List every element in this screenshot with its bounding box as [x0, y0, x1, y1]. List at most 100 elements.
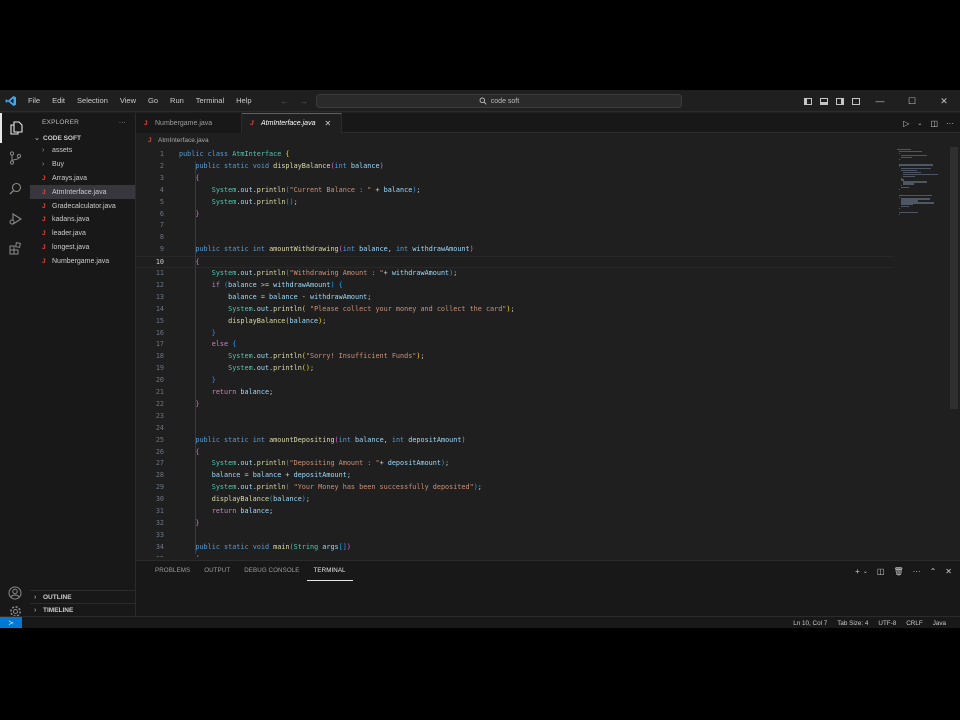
- code-line[interactable]: 31 return balance;: [136, 506, 894, 518]
- code-line[interactable]: 16 }: [136, 328, 894, 340]
- code-line[interactable]: 10 {: [136, 256, 894, 268]
- split-editor-icon[interactable]: ◫: [930, 119, 938, 128]
- tree-item[interactable]: › Buy: [30, 158, 135, 172]
- code-line[interactable]: 9 public static int amountWithdrawing(in…: [136, 244, 894, 256]
- tree-item[interactable]: › assets: [30, 144, 135, 158]
- menu-item-help[interactable]: Help: [230, 90, 257, 112]
- forward-arrow-icon[interactable]: →: [299, 96, 308, 106]
- code-line[interactable]: 6 }: [136, 209, 894, 221]
- more-actions-icon[interactable]: ···: [119, 119, 126, 126]
- breadcrumb[interactable]: J AtmInterface.java: [136, 134, 209, 146]
- code-editor[interactable]: 1 public class AtmInterface {2 public sta…: [136, 147, 894, 557]
- command-center-search[interactable]: code soft: [316, 94, 682, 108]
- tree-item[interactable]: J AtmInterface.java: [30, 185, 135, 200]
- eol[interactable]: CRLF: [906, 620, 922, 627]
- explorer-icon[interactable]: [0, 113, 30, 143]
- panel-tab-debug-console[interactable]: DEBUG CONSOLE: [237, 561, 306, 581]
- panel-tab-problems[interactable]: PROBLEMS: [148, 561, 197, 581]
- outline-section[interactable]: › OUTLINE: [30, 590, 136, 603]
- toggle-panel-icon[interactable]: [816, 90, 832, 112]
- more-actions-icon[interactable]: ···: [946, 119, 954, 128]
- close-tab-icon[interactable]: ✕: [324, 119, 331, 128]
- maximize-panel-icon[interactable]: ⌃: [930, 567, 937, 576]
- code-line[interactable]: 24: [136, 423, 894, 435]
- code-line[interactable]: 23: [136, 411, 894, 423]
- timeline-section[interactable]: › TIMELINE: [30, 603, 136, 616]
- menu-item-go[interactable]: Go: [142, 90, 164, 112]
- code-line[interactable]: 22 }: [136, 399, 894, 411]
- tree-item[interactable]: Jleader.java: [30, 227, 135, 241]
- toggle-primary-sidebar-icon[interactable]: [800, 90, 816, 112]
- split-terminal-icon[interactable]: ◫: [877, 567, 885, 576]
- menu-item-file[interactable]: File: [22, 90, 46, 112]
- code-line[interactable]: 17 else {: [136, 339, 894, 351]
- toggle-secondary-sidebar-icon[interactable]: [832, 90, 848, 112]
- more-actions-icon[interactable]: ···: [913, 567, 921, 576]
- run-dropdown-icon[interactable]: ⌄: [917, 120, 922, 127]
- code-line[interactable]: 15 displayBalance(balance);: [136, 316, 894, 328]
- editor-scrollbar[interactable]: [950, 147, 958, 409]
- new-terminal-icon[interactable]: +: [855, 567, 860, 576]
- code-line[interactable]: 12 if (balance >= withdrawAmount) {: [136, 280, 894, 292]
- menu-item-run[interactable]: Run: [164, 90, 190, 112]
- customize-layout-icon[interactable]: [848, 90, 864, 112]
- tree-item[interactable]: J Arrays.java: [30, 172, 135, 186]
- code-line[interactable]: 14 System.out.println( "Please collect y…: [136, 304, 894, 316]
- accounts-icon[interactable]: [0, 578, 30, 608]
- code-line[interactable]: 33: [136, 530, 894, 542]
- code-line[interactable]: 11 System.out.println("Withdrawing Amoun…: [136, 268, 894, 280]
- code-line[interactable]: 26 {: [136, 447, 894, 459]
- tab-numbergame[interactable]: J Numbergame.java: [136, 113, 242, 133]
- code-line[interactable]: 13 balance = balance - withdrawAmount;: [136, 292, 894, 304]
- search-sidebar-icon[interactable]: [0, 173, 30, 203]
- code-line[interactable]: 35 {: [136, 554, 894, 557]
- tab-size[interactable]: Tab Size: 4: [837, 620, 868, 627]
- panel-tab-terminal[interactable]: TERMINAL: [306, 561, 353, 581]
- terminal-dropdown-icon[interactable]: ⌄: [863, 568, 868, 575]
- code-line[interactable]: 27 System.out.println("Depositing Amount…: [136, 458, 894, 470]
- extensions-icon[interactable]: [0, 233, 30, 263]
- run-debug-icon[interactable]: [0, 203, 30, 233]
- folder-code-soft[interactable]: ⌄ CODE SOFT: [30, 132, 135, 144]
- tree-item[interactable]: J Gradecalculator.java: [30, 199, 135, 213]
- code-line[interactable]: 29 System.out.println( "Your Money has b…: [136, 482, 894, 494]
- remote-indicator-icon[interactable]: ≻: [0, 617, 22, 628]
- code-line[interactable]: 21 return balance;: [136, 387, 894, 399]
- code-line[interactable]: 4 System.out.println("Current Balance : …: [136, 185, 894, 197]
- code-line[interactable]: 8: [136, 232, 894, 244]
- code-line[interactable]: 1 public class AtmInterface {: [136, 149, 894, 161]
- source-control-icon[interactable]: [0, 143, 30, 173]
- code-line[interactable]: 30 displayBalance(balance);: [136, 494, 894, 506]
- close-window-icon[interactable]: ✕: [928, 90, 960, 112]
- code-line[interactable]: 19 System.out.println();: [136, 363, 894, 375]
- menu-item-terminal[interactable]: Terminal: [190, 90, 230, 112]
- code-line[interactable]: 7: [136, 220, 894, 232]
- code-line[interactable]: 3 {: [136, 173, 894, 185]
- cursor-position[interactable]: Ln 10, Col 7: [793, 620, 827, 627]
- menu-item-view[interactable]: View: [114, 90, 142, 112]
- code-line[interactable]: 34 public static void main(String args[]…: [136, 542, 894, 554]
- code-line[interactable]: 18 System.out.println("Sorry! Insufficie…: [136, 351, 894, 363]
- tree-item[interactable]: Jlongest.java: [30, 241, 135, 255]
- close-panel-icon[interactable]: ✕: [945, 567, 952, 576]
- minimap[interactable]: [894, 147, 946, 557]
- language-mode[interactable]: Java: [933, 620, 946, 627]
- code-line[interactable]: 20 }: [136, 375, 894, 387]
- tree-item[interactable]: Jkadans.java: [30, 213, 135, 227]
- minimize-icon[interactable]: —: [864, 90, 896, 112]
- code-line[interactable]: 28 balance = balance + depositAmount;: [136, 470, 894, 482]
- back-arrow-icon[interactable]: ←: [280, 96, 289, 106]
- code-line[interactable]: 5 System.out.println();: [136, 197, 894, 209]
- encoding[interactable]: UTF-8: [878, 620, 896, 627]
- menu-item-selection[interactable]: Selection: [71, 90, 114, 112]
- panel-tab-output[interactable]: OUTPUT: [197, 561, 237, 581]
- code-line[interactable]: 32 }: [136, 518, 894, 530]
- menu-item-edit[interactable]: Edit: [46, 90, 71, 112]
- tab-atminterface[interactable]: J AtmInterface.java ✕: [242, 113, 342, 133]
- trash-icon[interactable]: 🗑︎: [893, 567, 903, 576]
- code-line[interactable]: 2 public static void displayBalance(int …: [136, 161, 894, 173]
- code-line[interactable]: 25 public static int amountDepositing(in…: [136, 435, 894, 447]
- tree-item[interactable]: J Numbergame.java: [30, 254, 135, 268]
- run-icon[interactable]: ▷: [903, 119, 909, 128]
- maximize-icon[interactable]: ☐: [896, 90, 928, 112]
